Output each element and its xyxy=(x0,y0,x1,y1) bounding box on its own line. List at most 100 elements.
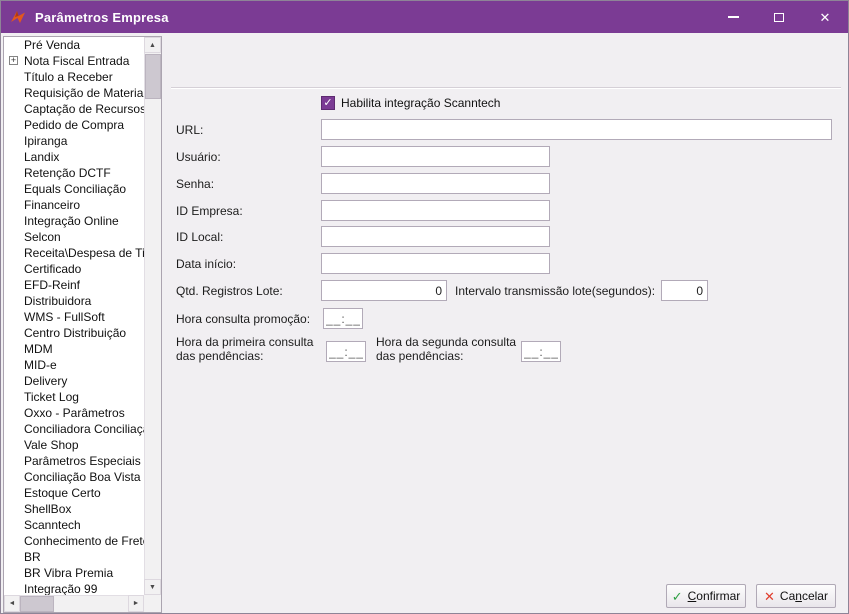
confirm-check-icon: ✓ xyxy=(671,588,683,604)
hora-primeira-input[interactable] xyxy=(326,341,366,362)
sidebar-item-label: Receita\Despesa de Titul xyxy=(24,246,144,260)
hora-primeira-label: Hora da primeira consulta das pendências: xyxy=(176,335,313,363)
hora-segunda-label: Hora da segunda consulta das pendências: xyxy=(376,335,516,363)
confirm-button[interactable]: ✓ Confirmar xyxy=(666,584,746,608)
sidebar-item[interactable]: Título a Receber xyxy=(4,69,144,85)
sidebar-item-label: Conciliação Boa Vista xyxy=(24,470,141,484)
scroll-right-icon[interactable]: ► xyxy=(128,595,144,612)
sidebar-item-label: MDM xyxy=(24,342,53,356)
sidebar-item[interactable]: Requisição de Materiais xyxy=(4,85,144,101)
hora-segunda-input[interactable] xyxy=(521,341,561,362)
sidebar-item-label: Conciliadora Conciliação xyxy=(24,422,144,436)
usuario-label: Usuário: xyxy=(176,150,221,164)
sidebar-item[interactable]: Centro Distribuição xyxy=(4,325,144,341)
parametros-empresa-window: Parâmetros Empresa ✕ Pré Venda + Nota Fisc… xyxy=(0,0,849,614)
sidebar-item[interactable]: Retenção DCTF xyxy=(4,165,144,181)
id-local-input[interactable] xyxy=(321,226,550,247)
sidebar-item[interactable]: Ipiranga xyxy=(4,133,144,149)
hora-promocao-label: Hora consulta promoção: xyxy=(176,312,311,326)
checkbox-checked-icon: ✓ xyxy=(321,96,335,110)
hora-primeira-label-line1: Hora da primeira consulta xyxy=(176,335,314,349)
hora-promocao-input[interactable] xyxy=(323,308,363,329)
sidebar-item[interactable]: Scanntech xyxy=(4,517,144,533)
intervalo-input[interactable] xyxy=(661,280,708,301)
sidebar-item[interactable]: Integração 99 xyxy=(4,581,144,595)
horizontal-scrollbar[interactable]: ◄ ► xyxy=(4,595,144,612)
usuario-input[interactable] xyxy=(321,146,550,167)
sidebar-item-label: Nota Fiscal Entrada xyxy=(24,54,130,68)
sidebar-item[interactable]: Captação de Recursos xyxy=(4,101,144,117)
sidebar-item[interactable]: Conciliação Boa Vista xyxy=(4,469,144,485)
sidebar-item[interactable]: Estoque Certo xyxy=(4,485,144,501)
sidebar: Pré Venda + Nota Fiscal Entrada Título a Re… xyxy=(3,36,162,613)
sidebar-item-label: ShellBox xyxy=(24,502,72,516)
sidebar-item-label: Integração 99 xyxy=(24,582,98,595)
close-icon: ✕ xyxy=(819,9,831,25)
sidebar-item[interactable]: Selcon xyxy=(4,229,144,245)
sidebar-item[interactable]: Conhecimento de Frete xyxy=(4,533,144,549)
sidebar-item[interactable]: EFD-Reinf xyxy=(4,277,144,293)
sidebar-item[interactable]: Oxxo - Parâmetros xyxy=(4,405,144,421)
cancel-button[interactable]: ✕ Cancelar xyxy=(756,584,836,608)
enable-integration-checkbox[interactable]: ✓ Habilita integração Scanntech xyxy=(321,96,500,110)
vertical-scroll-thumb[interactable] xyxy=(145,54,161,99)
sidebar-item[interactable]: Conciliadora Conciliação xyxy=(4,421,144,437)
window-title: Parâmetros Empresa xyxy=(35,9,169,25)
sidebar-item[interactable]: Equals Conciliação xyxy=(4,181,144,197)
scroll-up-icon[interactable]: ▲ xyxy=(144,37,161,53)
sidebar-item[interactable]: Certificado xyxy=(4,261,144,277)
id-empresa-input[interactable] xyxy=(321,200,550,221)
data-inicio-input[interactable] xyxy=(321,253,550,274)
sidebar-item[interactable]: Vale Shop xyxy=(4,437,144,453)
senha-label: Senha: xyxy=(176,177,215,191)
sidebar-item[interactable]: Delivery xyxy=(4,373,144,389)
sidebar-item[interactable]: Receita\Despesa de Titul xyxy=(4,245,144,261)
scroll-down-icon[interactable]: ▼ xyxy=(144,579,161,595)
sidebar-item-label: Pré Venda xyxy=(24,38,81,52)
sidebar-item[interactable]: Pré Venda xyxy=(4,37,144,53)
sidebar-item[interactable]: Integração Online xyxy=(4,213,144,229)
horizontal-scroll-thumb[interactable] xyxy=(20,596,54,612)
minimize-button[interactable] xyxy=(710,1,756,33)
sidebar-item[interactable]: BR xyxy=(4,549,144,565)
sidebar-item-label: Landix xyxy=(24,150,60,164)
sidebar-item-label: Distribuidora xyxy=(24,294,92,308)
hora-segunda-label-line1: Hora da segunda consulta xyxy=(376,335,517,349)
sidebar-item[interactable]: Landix xyxy=(4,149,144,165)
footer-buttons: ✓ Confirmar ✕ Cancelar xyxy=(666,584,836,608)
vertical-scrollbar[interactable]: ▲ ▼ xyxy=(144,37,161,595)
maximize-button[interactable] xyxy=(756,1,802,33)
section-divider xyxy=(171,87,841,89)
titlebar: Parâmetros Empresa ✕ xyxy=(1,1,848,33)
sidebar-item[interactable]: MDM xyxy=(4,341,144,357)
sidebar-item-label: Ticket Log xyxy=(24,390,79,404)
sidebar-item[interactable]: WMS - FullSoft xyxy=(4,309,144,325)
sidebar-item-label: Título a Receber xyxy=(24,70,113,84)
sidebar-item[interactable]: Financeiro xyxy=(4,197,144,213)
sidebar-item-label: Parâmetros Especiais xyxy=(24,454,141,468)
close-button[interactable]: ✕ xyxy=(802,1,848,33)
id-local-label: ID Local: xyxy=(176,230,224,244)
sidebar-item-label: Centro Distribuição xyxy=(24,326,127,340)
qtd-registros-input[interactable] xyxy=(321,280,447,301)
sidebar-item-label: MID-e xyxy=(24,358,57,372)
senha-input[interactable] xyxy=(321,173,550,194)
sidebar-item[interactable]: Distribuidora xyxy=(4,293,144,309)
expand-plus-icon[interactable]: + xyxy=(9,56,18,65)
sidebar-item-label: Pedido de Compra xyxy=(24,118,125,132)
hora-segunda-label-line2: das pendências: xyxy=(376,349,464,363)
scroll-left-icon[interactable]: ◄ xyxy=(4,595,20,612)
sidebar-item-label: Vale Shop xyxy=(24,438,79,452)
sidebar-item-label: BR Vibra Premia xyxy=(24,566,114,580)
sidebar-item-label: Oxxo - Parâmetros xyxy=(24,406,125,420)
window-controls: ✕ xyxy=(710,1,848,33)
sidebar-item[interactable]: MID-e xyxy=(4,357,144,373)
sidebar-item[interactable]: Parâmetros Especiais xyxy=(4,453,144,469)
sidebar-item-label: Certificado xyxy=(24,262,82,276)
url-input[interactable] xyxy=(321,119,832,140)
sidebar-item[interactable]: ShellBox xyxy=(4,501,144,517)
sidebar-item[interactable]: BR Vibra Premia xyxy=(4,565,144,581)
sidebar-item[interactable]: Ticket Log xyxy=(4,389,144,405)
sidebar-item[interactable]: Pedido de Compra xyxy=(4,117,144,133)
sidebar-item[interactable]: + Nota Fiscal Entrada xyxy=(4,53,144,69)
